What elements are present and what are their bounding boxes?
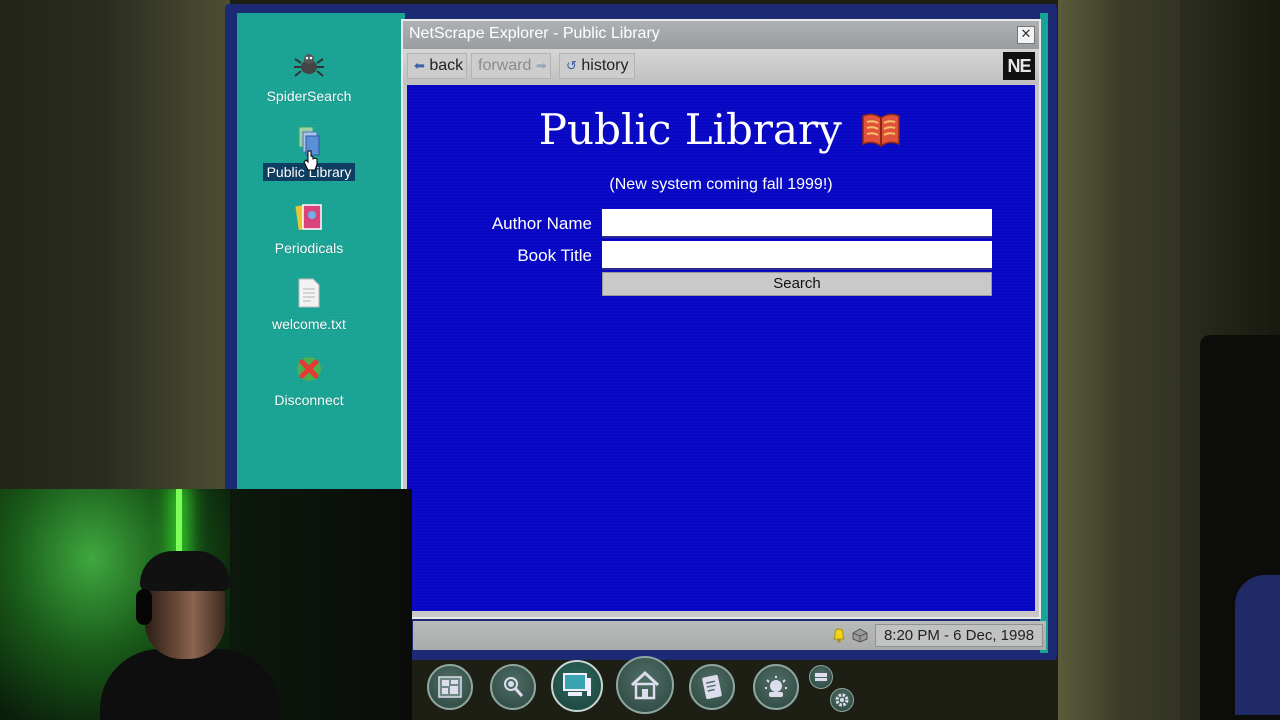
webcam-person-beanie — [140, 551, 230, 591]
network-icon[interactable] — [851, 627, 869, 647]
desktop-icon-disconnect[interactable]: Disconnect — [258, 352, 360, 409]
browser-toolbar: ⬅ back forward ➡ ↺ history NE — [403, 49, 1039, 85]
magazines-icon — [292, 200, 326, 234]
notebook-icon — [702, 674, 722, 700]
desktop-icon-label: SpiderSearch — [266, 88, 352, 104]
forward-label: forward — [478, 57, 532, 74]
bulletin-board-icon — [438, 676, 462, 698]
dock-notebook-button[interactable] — [689, 664, 735, 710]
desktop-icon-label: Periodicals — [274, 240, 344, 256]
server-icon — [815, 673, 827, 681]
back-button[interactable]: ⬅ back — [407, 53, 467, 79]
netscrape-logo: NE — [1003, 52, 1035, 80]
desktop-icon-spidersearch[interactable]: SpiderSearch — [258, 48, 360, 105]
close-button[interactable]: ✕ — [1017, 26, 1035, 44]
desktop-background-right — [1040, 13, 1048, 653]
page-subtitle: (New system coming fall 1999!) — [609, 176, 833, 193]
window-titlebar[interactable]: NetScrape Explorer - Public Library ✕ — [403, 21, 1039, 49]
status-bar: 8:20 PM - 6 Dec, 1998 — [413, 621, 1046, 650]
search-button[interactable]: Search — [602, 272, 992, 296]
window-title: NetScrape Explorer - Public Library — [409, 25, 660, 42]
page-title: Public Library — [538, 105, 842, 154]
webcam-person-torso — [100, 649, 280, 720]
arrow-left-icon: ⬅ — [414, 58, 425, 73]
home-icon — [630, 670, 660, 700]
dock-detective-button[interactable] — [490, 664, 536, 710]
arrow-right-icon: ➡ — [535, 58, 547, 73]
dock-server-button[interactable] — [809, 665, 833, 689]
clock: 8:20 PM - 6 Dec, 1998 — [875, 624, 1043, 647]
book-title-input[interactable] — [602, 241, 992, 270]
dock-settings-button[interactable] — [830, 688, 854, 712]
spider-icon — [292, 48, 326, 82]
mouse-cursor-icon — [303, 150, 319, 176]
text-file-icon — [292, 276, 326, 310]
forward-button[interactable]: forward ➡ — [471, 53, 551, 79]
webcam-headphones — [136, 589, 152, 625]
book-title-label: Book Title — [517, 246, 592, 265]
computer-icon — [563, 673, 591, 696]
desktop-icon-label: Disconnect — [274, 392, 344, 408]
history-label: history — [581, 57, 629, 74]
dock-computer-button[interactable] — [551, 660, 603, 712]
webcam-overlay — [0, 489, 412, 720]
author-name-input[interactable] — [602, 209, 992, 238]
browser-window: NetScrape Explorer - Public Library ✕ ⬅ … — [401, 19, 1041, 619]
idea-icon — [765, 676, 787, 697]
open-book-icon — [859, 106, 903, 160]
bell-icon[interactable] — [831, 627, 847, 647]
desktop-icon-periodicals[interactable]: Periodicals — [258, 200, 360, 257]
author-name-label: Author Name — [491, 214, 592, 233]
dock-bulletin-board-button[interactable] — [427, 664, 473, 710]
dock-home-button[interactable] — [616, 656, 674, 714]
dock-idea-button[interactable] — [753, 664, 799, 710]
history-icon: ↺ — [566, 58, 577, 73]
blue-object — [1235, 575, 1280, 715]
history-button[interactable]: ↺ history — [559, 53, 635, 79]
back-label: back — [429, 57, 464, 74]
desktop-icon-welcome-txt[interactable]: welcome.txt — [258, 276, 360, 333]
detective-icon — [504, 677, 524, 697]
page-heading: Public Library — [407, 105, 1035, 160]
settings-icon — [835, 693, 849, 707]
page-content: Public Library (New system coming fall 1… — [407, 85, 1035, 611]
disconnect-icon — [292, 352, 326, 386]
desktop-icon-label: welcome.txt — [272, 316, 346, 332]
